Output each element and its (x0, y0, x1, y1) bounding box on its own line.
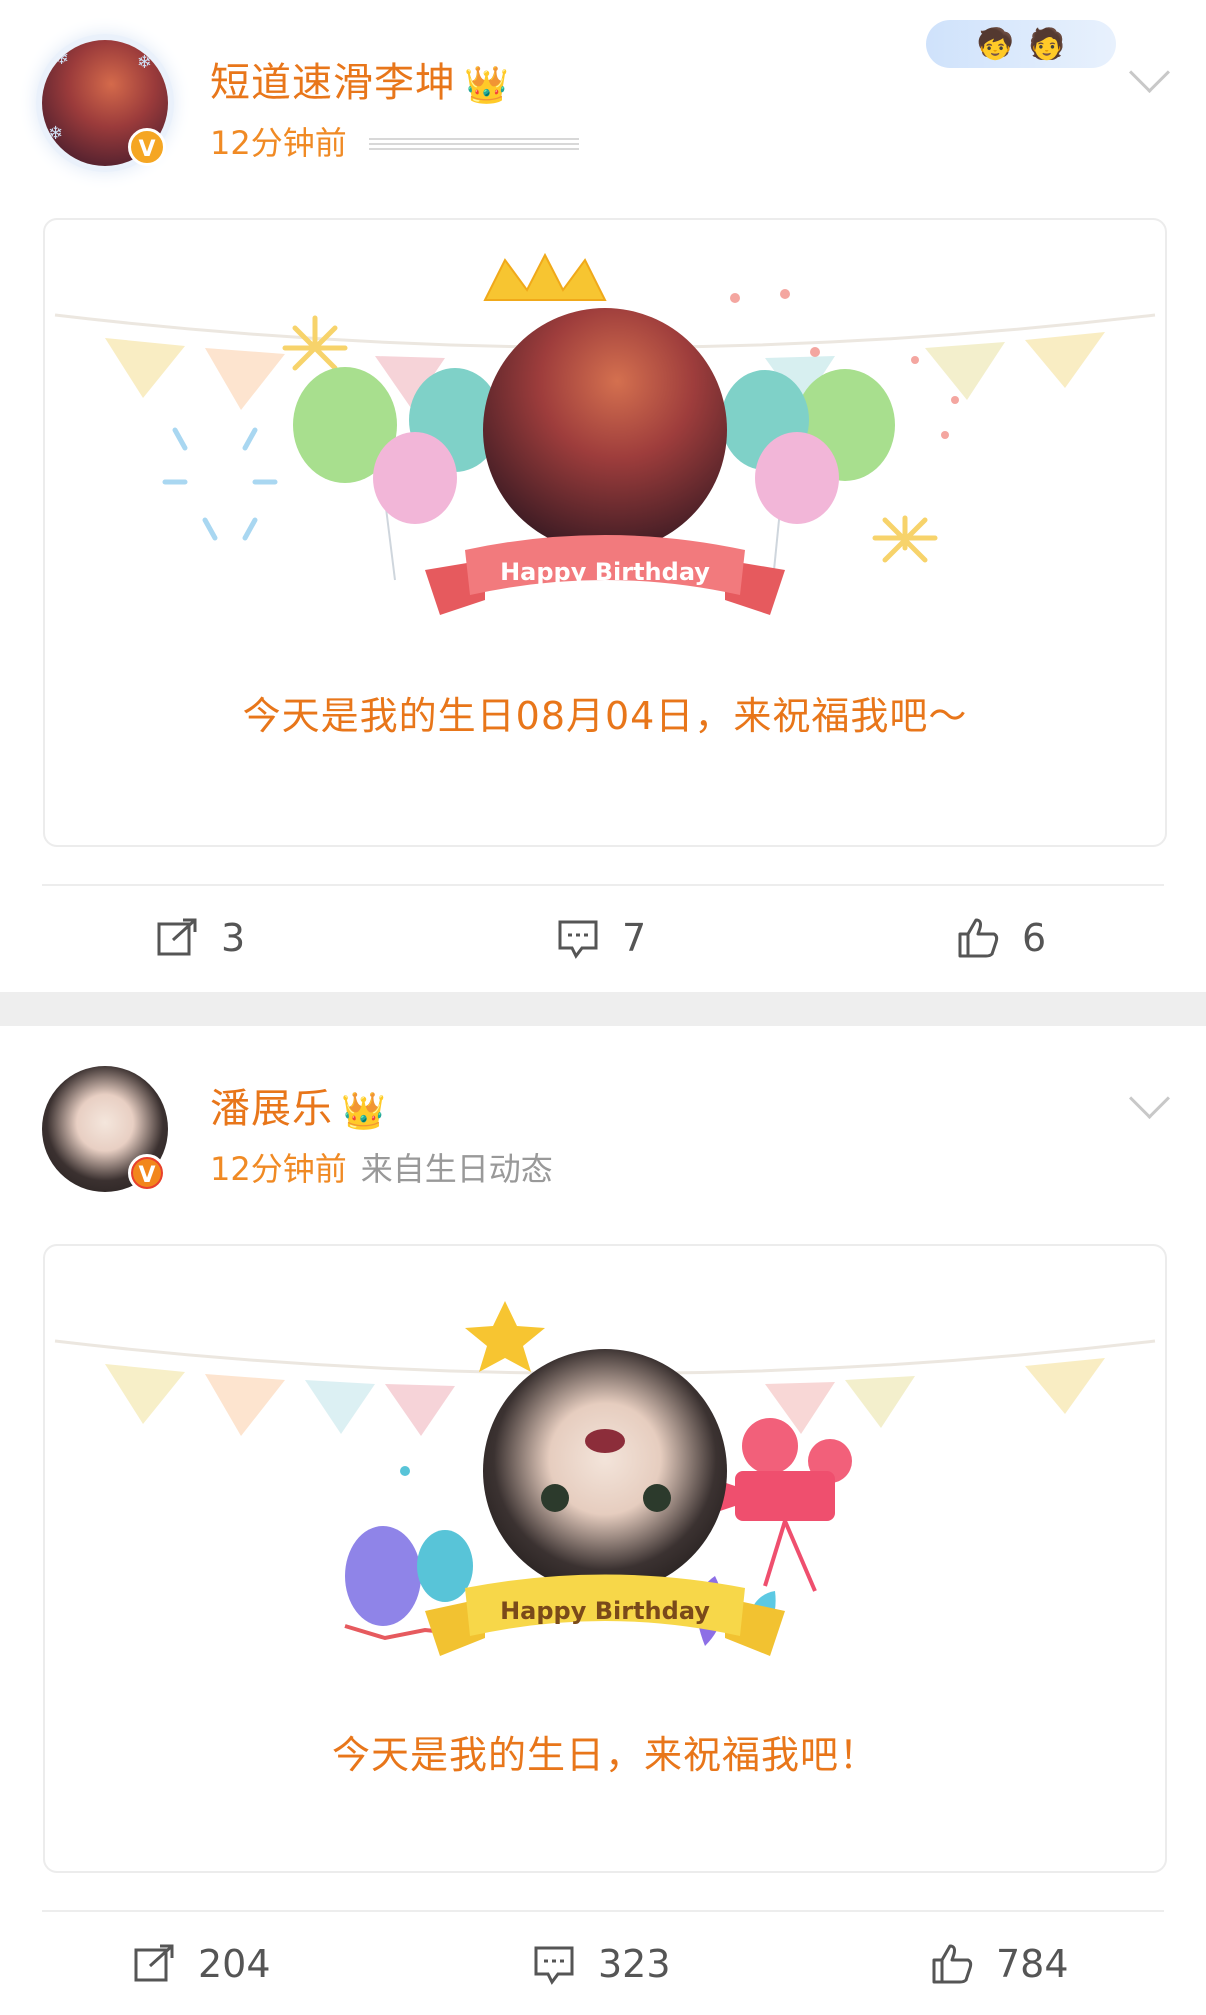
comment-count: 7 (622, 916, 647, 960)
divider (42, 1910, 1164, 1912)
post: ❄ ❄ ❄ V 短道速滑李坤 👑 12分钟前 🧒 🧑 Happy Birthda… (0, 0, 1206, 992)
snowflake-icon: ❄ (48, 123, 64, 144)
cartoon-icon: 🧒 (976, 26, 1014, 62)
card-text: 今天是我的生日08月04日，来祝福我吧～ (242, 694, 968, 738)
comment-icon (534, 1946, 574, 1985)
username[interactable]: 潘展乐 👑 (210, 1076, 387, 1134)
balloons-left (293, 367, 501, 581)
like-button[interactable]: 6 (956, 916, 1046, 960)
chevron-down-icon[interactable] (1128, 1077, 1171, 1120)
profile-photo (483, 308, 727, 552)
chevron-down-icon[interactable] (1128, 51, 1171, 94)
birthday-card[interactable]: Happy Birthday 今天是我的生日08月04日，来祝福我吧～ (43, 218, 1167, 847)
repost-count: 204 (198, 1942, 271, 1986)
crown-icon: 👑 (464, 65, 510, 106)
comment-icon (558, 920, 598, 959)
camera-icon (705, 1418, 852, 1592)
like-icon (958, 918, 999, 958)
username[interactable]: 短道速滑李坤 👑 (210, 50, 510, 108)
action-bar: 204 323 784 (0, 1918, 1206, 2013)
birthday-banner: Happy Birthday (54, 1301, 1156, 1656)
divider (42, 884, 1164, 886)
verified-badge: V (128, 128, 166, 166)
like-icon (932, 1944, 973, 1984)
repost-count: 3 (221, 916, 246, 960)
avatar[interactable]: V (42, 1066, 168, 1192)
avatar[interactable]: ❄ ❄ ❄ V (42, 40, 168, 166)
repost-icon (134, 1944, 174, 1982)
comment-button[interactable]: 323 (532, 1942, 671, 1986)
repost-button[interactable]: 3 (155, 916, 245, 960)
username-text[interactable]: 潘展乐 (210, 1086, 333, 1132)
like-button[interactable]: 784 (930, 1942, 1069, 1986)
post-meta: 12分钟前 来自生日动态 (210, 1144, 553, 1190)
snowflake-icon: ❄ (136, 52, 152, 73)
post-separator (0, 992, 1206, 1026)
post-time: 12分钟前 (210, 124, 347, 162)
card-text: 今天是我的生日，来祝福我吧！ (331, 1733, 878, 1777)
action-bar: 3 7 6 (0, 892, 1206, 987)
balloons-right (721, 369, 895, 581)
profile-photo (483, 1349, 727, 1593)
birthday-card[interactable]: Happy Birthday 今天是我的生日，来祝福我吧！ (43, 1244, 1167, 1873)
comment-count: 323 (598, 1942, 671, 1986)
like-count: 6 (1022, 916, 1047, 960)
card-badge-text: Happy Birthday (500, 558, 710, 586)
username-text[interactable]: 短道速滑李坤 (210, 60, 456, 106)
crown-icon: 👑 (341, 1091, 387, 1132)
post: V 潘展乐 👑 12分钟前 来自生日动态 Happy Birthday 今天是我… (0, 1026, 1206, 2015)
post-meta: 12分钟前 (210, 118, 579, 164)
star-icon (465, 1301, 545, 1372)
repost-button[interactable]: 204 (132, 1942, 271, 1986)
source-placeholder (368, 138, 579, 152)
crown-icon (483, 252, 607, 301)
cartoon-icon: 🧑 (1028, 26, 1066, 62)
decoration-sticker: 🧒 🧑 (926, 20, 1116, 68)
post-source[interactable]: 来自生日动态 (361, 1150, 553, 1188)
verified-badge: V (128, 1154, 166, 1192)
card-badge-text: Happy Birthday (500, 1597, 710, 1625)
snowflake-icon: ❄ (54, 48, 70, 69)
post-time: 12分钟前 (210, 1150, 347, 1188)
birthday-banner: Happy Birthday (54, 252, 1156, 615)
like-count: 784 (996, 1942, 1069, 1986)
repost-icon (157, 918, 197, 956)
comment-button[interactable]: 7 (556, 916, 646, 960)
